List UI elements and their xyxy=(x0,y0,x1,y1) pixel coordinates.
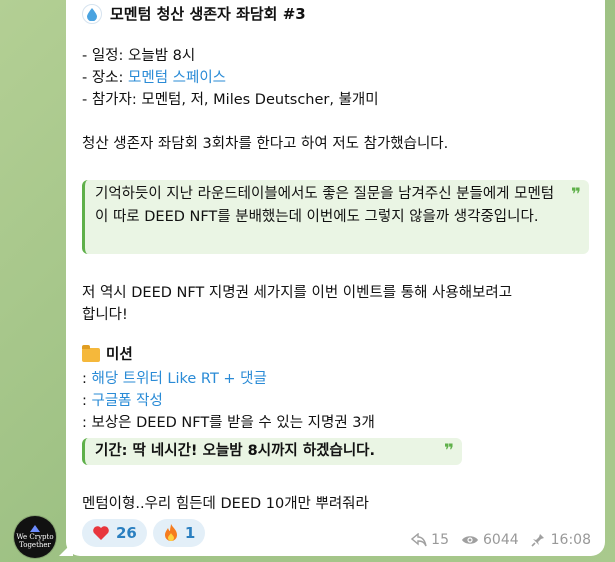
eye-icon xyxy=(462,536,478,544)
mission-heading: 미션 xyxy=(82,344,133,366)
reactions-bar: 26 1 xyxy=(82,519,206,547)
fire-count: 1 xyxy=(184,524,196,542)
message-time: 16:08 xyxy=(550,532,591,548)
quote-mark-icon: ❞ xyxy=(571,185,581,205)
message-meta: 15 6044 16:08 xyxy=(411,529,591,551)
participants-line: - 참가자: 모멘텀, 저, Miles Deutscher, 불개미 xyxy=(82,92,379,108)
twitter-link[interactable]: 해당 트위터 Like RT + 댓글 xyxy=(92,371,267,387)
quote-mark-icon: ❞ xyxy=(444,441,454,461)
forward-icon[interactable] xyxy=(411,533,427,547)
message-title: 모멘텀 청산 생존자 좌담회 #3 xyxy=(82,3,306,25)
reaction-fire[interactable]: 1 xyxy=(152,519,206,547)
mission-item-2: : 구글폼 작성 xyxy=(82,390,163,412)
avatar-text-1: We Crypto xyxy=(16,533,54,541)
mission-title: 미션 xyxy=(106,347,133,363)
mission-item-1-prefix: : xyxy=(82,371,92,387)
title-text: 모멘텀 청산 생존자 좌담회 #3 xyxy=(110,5,306,23)
channel-avatar[interactable]: We Crypto Together xyxy=(14,516,56,558)
closing-line: 멘텀이형..우리 힘든데 DEED 10개만 뿌려줘라 xyxy=(82,496,369,512)
place-link[interactable]: 모멘텀 스페이스 xyxy=(128,70,226,86)
intro-line: 청산 생존자 좌담회 3회차를 한다고 하여 저도 참가했습니다. xyxy=(82,136,449,152)
view-count: 6044 xyxy=(483,532,519,548)
forward-count: 15 xyxy=(431,532,449,548)
nft-line-2: 합니다! xyxy=(82,307,128,323)
folder-icon xyxy=(82,345,100,362)
heart-count: 26 xyxy=(116,524,137,542)
logo-triangle-icon xyxy=(30,525,40,532)
place-label: - 장소: xyxy=(82,70,129,86)
avatar-text-2: Together xyxy=(19,541,51,549)
place-line: - 장소: 모멘텀 스페이스 xyxy=(82,67,226,89)
nft-line-1: 저 역시 DEED NFT 지명권 세가지를 이번 이벤트를 통해 사용해보려고 xyxy=(82,285,513,301)
mission-item-3: : 보상은 DEED NFT를 받을 수 있는 지명권 3개 xyxy=(82,415,375,431)
fire-icon xyxy=(164,524,177,541)
mission-item-1: : 해당 트위터 Like RT + 댓글 xyxy=(82,368,267,390)
mission-item-2-prefix: : xyxy=(82,393,92,409)
quote-2-text: 기간: 딱 네시간! 오늘밤 8시까지 하겠습니다. xyxy=(95,443,376,459)
message-bubble: 모멘텀 청산 생존자 좌담회 #3 - 일정: 오늘밤 8시 - 장소: 모멘텀… xyxy=(59,0,605,556)
google-form-link[interactable]: 구글폼 작성 xyxy=(92,393,163,409)
pin-icon xyxy=(531,534,544,547)
droplet-icon xyxy=(82,4,102,24)
heart-icon xyxy=(93,526,109,540)
quote-block-1: 기억하듯이 지난 라운드테이블에서도 좋은 질문을 남겨주신 분들에게 모멘텀이… xyxy=(82,180,589,254)
schedule-line: - 일정: 오늘밤 8시 xyxy=(82,48,196,64)
quote-block-2: 기간: 딱 네시간! 오늘밤 8시까지 하겠습니다. ❞ xyxy=(82,438,462,465)
quote-1-text: 기억하듯이 지난 라운드테이블에서도 좋은 질문을 남겨주신 분들에게 모멘텀이… xyxy=(95,186,555,225)
reaction-heart[interactable]: 26 xyxy=(82,519,147,547)
